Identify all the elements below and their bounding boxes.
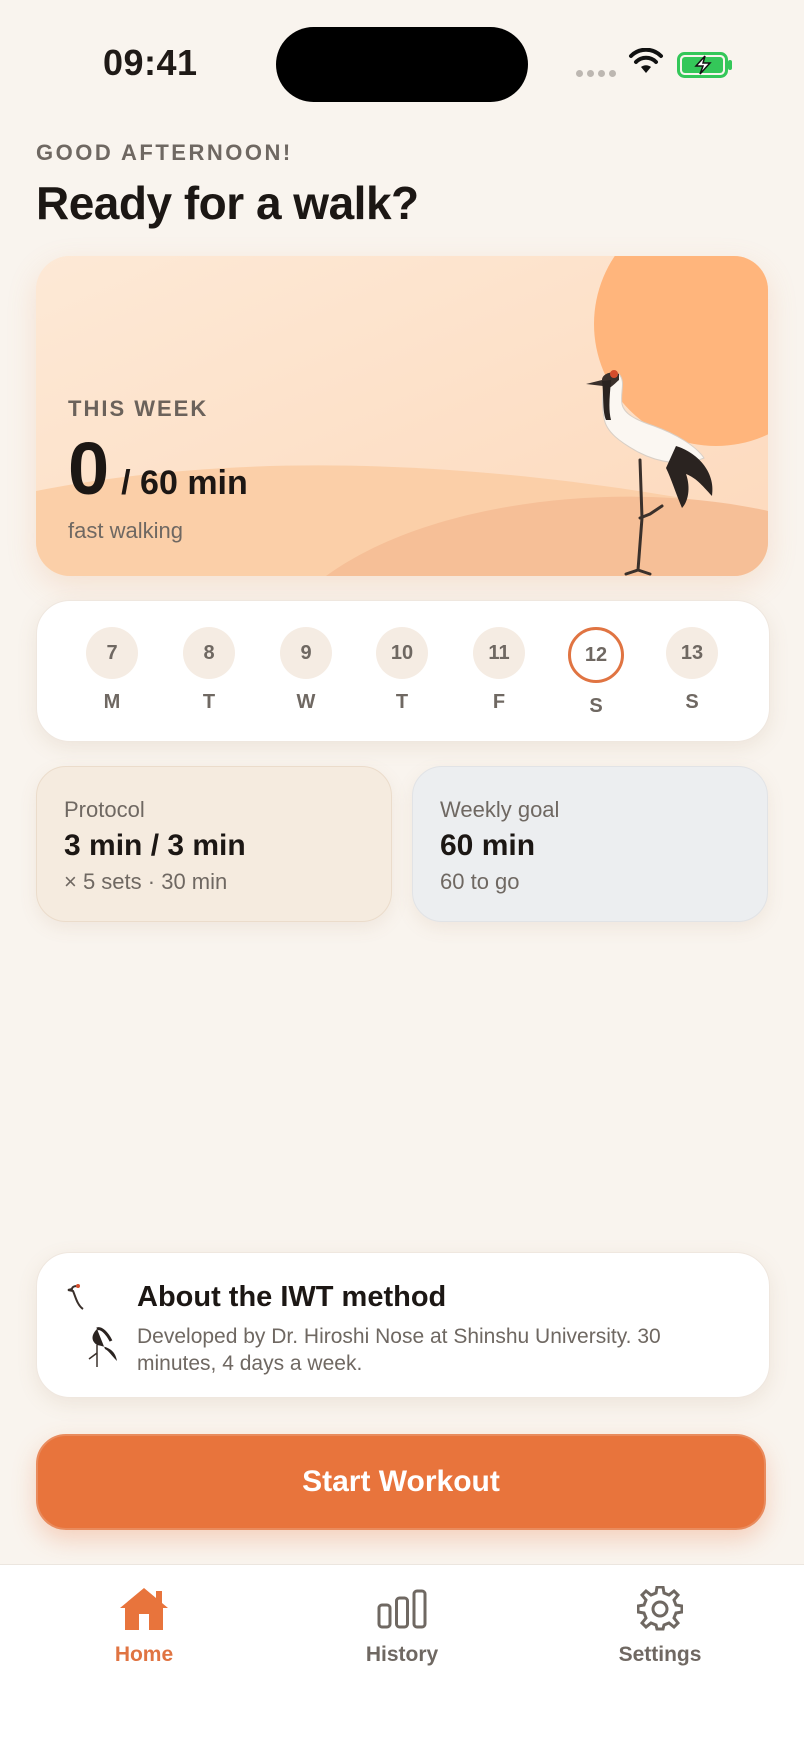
- protocol-sub: × 5 sets · 30 min: [64, 869, 228, 894]
- day-number: 7: [86, 627, 138, 679]
- tab-history-label: History: [365, 1643, 439, 1666]
- day-item[interactable]: 11 F: [469, 627, 529, 714]
- hero-subtitle: fast walking: [68, 518, 183, 543]
- day-letter: F: [492, 691, 506, 713]
- home-icon: [120, 1588, 168, 1630]
- greeting-text: GOOD AFTERNOON!: [36, 140, 293, 165]
- status-time: 09:41: [103, 42, 198, 83]
- protocol-label: Protocol: [64, 797, 145, 822]
- about-title: About the IWT method: [137, 1281, 447, 1313]
- about-description: Developed by Dr. Hiroshi Nose at Shinshu…: [137, 1325, 661, 1375]
- tab-home[interactable]: Home: [64, 1583, 224, 1667]
- day-number: 11: [473, 627, 525, 679]
- day-letter: T: [202, 691, 216, 713]
- bar-chart-icon: [377, 1589, 427, 1629]
- minutes-walked: 0: [68, 427, 110, 510]
- day-number-today: 12: [568, 627, 624, 683]
- tab-home-label: Home: [114, 1643, 174, 1666]
- minutes-goal: / 60 min: [121, 464, 248, 502]
- day-item[interactable]: 13 S: [662, 627, 722, 714]
- weekly-goal-label: Weekly goal: [440, 797, 560, 822]
- day-item-today[interactable]: 12 S: [566, 627, 626, 718]
- tab-bar: Home History Settings: [0, 1564, 804, 1749]
- day-letter: M: [103, 691, 121, 713]
- day-item[interactable]: 7 M: [82, 627, 142, 714]
- day-number: 9: [280, 627, 332, 679]
- day-letter: T: [395, 691, 409, 713]
- tab-settings-label: Settings: [618, 1643, 702, 1666]
- weekly-goal-card[interactable]: Weekly goal 60 min 60 to go: [412, 766, 768, 922]
- about-iwt-card[interactable]: About the IWT method Developed by Dr. Hi…: [36, 1252, 770, 1398]
- day-item[interactable]: 10 T: [372, 627, 432, 714]
- dynamic-island: [276, 27, 528, 102]
- week-strip: 7 M 8 T 9 W 10 T 11 F 12 S 13 S: [36, 600, 770, 742]
- day-number: 8: [183, 627, 235, 679]
- weekly-goal-value: 60 min: [440, 829, 536, 862]
- wifi-icon: [629, 48, 663, 73]
- day-letter: S: [685, 691, 699, 713]
- start-workout-button[interactable]: Start Workout: [36, 1434, 766, 1530]
- day-item[interactable]: 9 W: [276, 627, 336, 714]
- hero-value-row: 0 / 60 min: [68, 432, 248, 506]
- day-letter: S: [589, 695, 603, 717]
- crane-icon: [67, 1284, 117, 1367]
- day-number: 13: [666, 627, 718, 679]
- weekly-goal-sub: 60 to go: [440, 869, 520, 894]
- day-item[interactable]: 8 T: [179, 627, 239, 714]
- battery-charging-icon: [677, 52, 732, 78]
- day-number: 10: [376, 627, 428, 679]
- hero-label: THIS WEEK: [68, 396, 209, 421]
- cellular-signal-icon: [576, 70, 616, 77]
- protocol-card[interactable]: Protocol 3 min / 3 min × 5 sets · 30 min: [36, 766, 392, 922]
- status-bar: 09:41: [0, 0, 804, 130]
- weekly-progress-card[interactable]: THIS WEEK 0 / 60 min fast walking: [36, 256, 768, 576]
- day-letter: W: [296, 691, 316, 713]
- page-title: Ready for a walk?: [36, 177, 419, 229]
- tab-history[interactable]: History: [322, 1583, 482, 1667]
- gear-icon: [637, 1586, 683, 1631]
- protocol-value: 3 min / 3 min: [64, 829, 246, 862]
- tab-settings[interactable]: Settings: [580, 1583, 740, 1667]
